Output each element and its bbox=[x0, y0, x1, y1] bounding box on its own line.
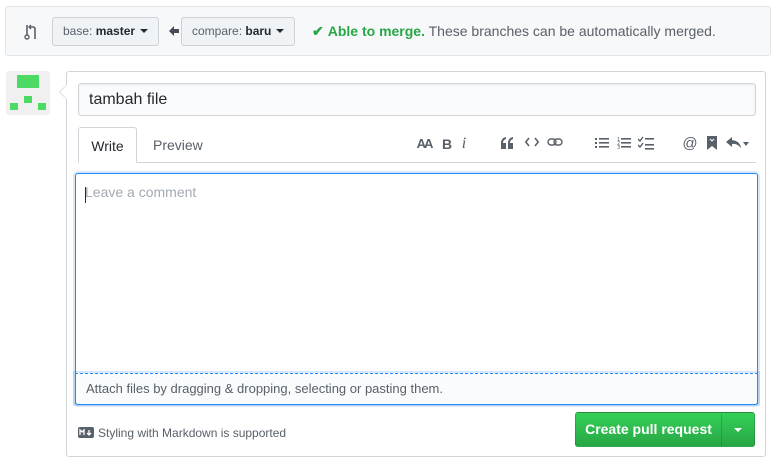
compare-range-bar: base: master compare: baru ✔ Able to merg… bbox=[5, 6, 771, 56]
chevron-down-icon bbox=[734, 428, 742, 432]
compare-branch-button[interactable]: compare: baru bbox=[181, 17, 296, 46]
unordered-list-icon[interactable] bbox=[593, 134, 611, 154]
tab-write[interactable]: Write bbox=[78, 127, 137, 163]
svg-text:3: 3 bbox=[617, 145, 620, 150]
task-list-icon[interactable] bbox=[637, 134, 655, 154]
merge-status-ok: Able to merge. bbox=[327, 23, 425, 39]
bold-icon[interactable]: B bbox=[438, 134, 456, 154]
create-pull-request-button[interactable]: Create pull request bbox=[575, 412, 722, 447]
create-pr-options-dropdown[interactable] bbox=[721, 412, 755, 447]
reply-icon[interactable] bbox=[725, 134, 751, 154]
base-branch-prefix: base: bbox=[63, 24, 93, 38]
compare-branch-name: baru bbox=[245, 24, 272, 38]
code-icon[interactable] bbox=[523, 134, 541, 154]
header-icon[interactable]: AA bbox=[414, 134, 434, 154]
markdown-note-label: Styling with Markdown is supported bbox=[98, 426, 287, 440]
base-branch-button[interactable]: base: master bbox=[52, 17, 160, 46]
chevron-down-icon bbox=[140, 29, 149, 33]
base-branch-name: master bbox=[95, 24, 136, 38]
git-compare-icon bbox=[22, 23, 40, 41]
italic-icon[interactable]: i bbox=[455, 134, 473, 154]
check-icon: ✔ bbox=[312, 23, 324, 39]
chevron-down-icon bbox=[276, 29, 285, 33]
merge-status-message: These branches can be automatically merg… bbox=[428, 23, 716, 39]
mention-icon[interactable]: @ bbox=[681, 134, 699, 154]
comment-textarea[interactable] bbox=[76, 174, 757, 404]
avatar[interactable] bbox=[6, 71, 50, 115]
pull-request-form: Write Preview AA B i 123 @ bbox=[59, 71, 767, 457]
markdown-toolbar: AA B i 123 @ bbox=[67, 134, 767, 154]
title-input[interactable] bbox=[78, 83, 756, 116]
markdown-note[interactable]: Styling with Markdown is supported bbox=[78, 426, 286, 440]
identicon bbox=[10, 75, 46, 110]
ordered-list-icon[interactable]: 123 bbox=[615, 134, 633, 154]
markdown-icon bbox=[78, 427, 94, 438]
quote-icon[interactable] bbox=[498, 134, 516, 154]
comment-box bbox=[75, 173, 758, 404]
arrow-left-icon bbox=[168, 25, 180, 37]
link-icon[interactable] bbox=[546, 134, 564, 154]
compare-branch-prefix: compare: bbox=[192, 24, 243, 38]
text-cursor bbox=[85, 187, 86, 203]
merge-status: ✔ Able to merge. These branches can be au… bbox=[312, 23, 716, 40]
bookmark-icon[interactable] bbox=[703, 134, 721, 154]
attach-files-dropzone[interactable]: Attach files by dragging & dropping, sel… bbox=[75, 373, 758, 405]
